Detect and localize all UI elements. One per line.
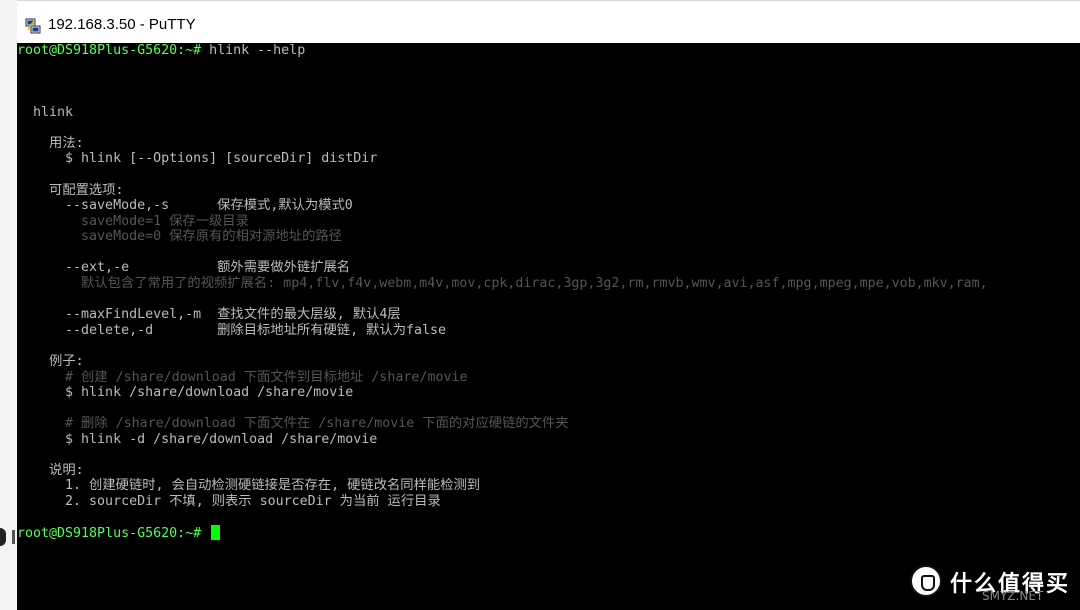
terminal-line: --ext,-e 额外需要做外链扩展名 bbox=[17, 260, 350, 276]
terminal-text: $ hlink [--Options] [sourceDir] distDir bbox=[17, 151, 378, 166]
smzdm-logo-icon bbox=[910, 565, 942, 597]
terminal-line: 默认包含了常用了的视频扩展名: mp4,flv,f4v,webm,m4v,mov… bbox=[17, 276, 988, 292]
watermark-subtext: SMYZ.NET bbox=[982, 589, 1044, 603]
terminal-line: root@DS918Plus-G5620:~# bbox=[17, 525, 221, 542]
terminal-text: hlink --help bbox=[201, 43, 306, 58]
terminal-line: 2. sourceDir 不填, 则表示 sourceDir 为当前 运行目录 bbox=[17, 494, 441, 510]
terminal-text: 2. sourceDir 不填, 则表示 sourceDir 为当前 运行目录 bbox=[17, 494, 441, 509]
terminal-comment-text: # 创建 /share/download 下面文件到目标地址 /share/mo… bbox=[17, 370, 468, 385]
terminal-comment-text: saveMode=1 保存一级目录 bbox=[17, 214, 249, 229]
watermark: 什么值得买 SMYZ.NET bbox=[908, 565, 1080, 605]
terminal-line: 1. 创建硬链时, 会自动检测硬链接是否存在, 硬链改名同样能检测到 bbox=[17, 478, 480, 494]
terminal-line: --saveMode,-s 保存模式,默认为模式0 bbox=[17, 198, 353, 214]
terminal-text: $ hlink -d /share/download /share/movie bbox=[17, 432, 378, 447]
terminal-text: 例子: bbox=[17, 354, 84, 369]
terminal-line: 例子: bbox=[17, 354, 84, 370]
terminal-line: --delete,-d 删除目标地址所有硬链, 默认为false bbox=[17, 323, 446, 339]
terminal-comment-text: 默认包含了常用了的视频扩展名: mp4,flv,f4v,webm,m4v,mov… bbox=[17, 276, 988, 291]
terminal-line: 用法: bbox=[17, 136, 84, 152]
terminal-line: # 创建 /share/download 下面文件到目标地址 /share/mo… bbox=[17, 370, 467, 386]
background-page-glyph bbox=[0, 528, 6, 546]
background-page-strip bbox=[0, 0, 17, 610]
terminal-text: --ext,-e 额外需要做外链扩展名 bbox=[17, 260, 351, 275]
terminal-text: 可配置选项: bbox=[17, 183, 124, 198]
terminal-text: 用法: bbox=[17, 136, 84, 151]
terminal-comment-text: # 删除 /share/download 下面文件在 /share/movie … bbox=[17, 416, 569, 431]
terminal-text: --delete,-d 删除目标地址所有硬链, 默认为false bbox=[17, 323, 447, 338]
terminal-cursor bbox=[211, 525, 221, 540]
terminal-text: --maxFindLevel,-m 查找文件的最大层级, 默认4层 bbox=[17, 307, 401, 322]
terminal-line: root@DS918Plus-G5620:~# hlink --help bbox=[17, 43, 305, 59]
putty-icon bbox=[25, 18, 41, 34]
terminal-line: $ hlink /share/download /share/movie bbox=[17, 385, 353, 401]
terminal-comment-text: saveMode=0 保存原有的相对源地址的路径 bbox=[17, 229, 342, 244]
shell-prompt: root@DS918Plus-G5620:~# bbox=[17, 526, 202, 541]
window-titlebar[interactable]: 192.168.3.50 - PuTTY bbox=[17, 0, 1080, 43]
terminal-text: --saveMode,-s 保存模式,默认为模式0 bbox=[17, 198, 353, 213]
terminal-line: saveMode=0 保存原有的相对源地址的路径 bbox=[17, 229, 342, 245]
terminal-screen[interactable]: root@DS918Plus-G5620:~# hlink --help hli… bbox=[17, 43, 1080, 610]
terminal-text: $ hlink /share/download /share/movie bbox=[17, 385, 354, 400]
terminal-line: 可配置选项: bbox=[17, 183, 124, 199]
terminal-line: saveMode=1 保存一级目录 bbox=[17, 214, 249, 230]
terminal-line: --maxFindLevel,-m 查找文件的最大层级, 默认4层 bbox=[17, 307, 401, 323]
terminal-line: 说明: bbox=[17, 463, 84, 479]
terminal-line: hlink bbox=[17, 105, 73, 121]
terminal-text: 1. 创建硬链时, 会自动检测硬链接是否存在, 硬链改名同样能检测到 bbox=[17, 478, 481, 493]
terminal-text: 说明: bbox=[17, 463, 84, 478]
window-title: 192.168.3.50 - PuTTY bbox=[48, 16, 196, 33]
terminal-line: $ hlink [--Options] [sourceDir] distDir bbox=[17, 151, 377, 167]
terminal-line: # 删除 /share/download 下面文件在 /share/movie … bbox=[17, 416, 569, 432]
terminal-text: hlink bbox=[17, 105, 74, 120]
terminal-line: $ hlink -d /share/download /share/movie bbox=[17, 432, 377, 448]
shell-prompt: root@DS918Plus-G5620:~# bbox=[17, 43, 202, 58]
background-page-glyph-2 bbox=[12, 530, 15, 544]
